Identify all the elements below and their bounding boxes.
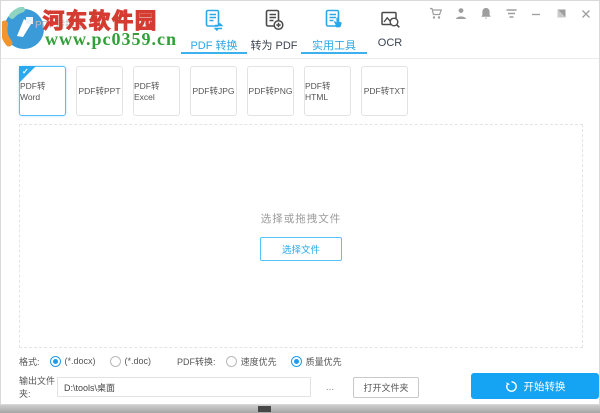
tab-pdf-to-html[interactable]: PDF转HTML bbox=[304, 66, 351, 116]
nav-tab-label: PDF 转换 bbox=[190, 40, 238, 52]
start-convert-button[interactable]: 开始转换 bbox=[471, 373, 599, 399]
nav-tab-utility-tools[interactable]: 实用工具 bbox=[301, 8, 367, 54]
close-icon[interactable] bbox=[579, 7, 593, 20]
radio-selected-icon[interactable] bbox=[290, 355, 302, 367]
radio-selected-icon[interactable] bbox=[49, 355, 61, 367]
to-pdf-icon bbox=[265, 9, 284, 31]
output-folder-row: 输出文件夹: ... 打开文件夹 bbox=[19, 376, 419, 399]
radio-speed-first[interactable]: 速度优先 bbox=[225, 355, 277, 368]
tab-label: PDF转Excel bbox=[134, 81, 160, 102]
tab-label: PDF转HTML bbox=[305, 81, 331, 102]
radio-quality-first[interactable]: 质量优先 bbox=[290, 355, 342, 368]
ocr-icon bbox=[381, 11, 400, 28]
window-controls bbox=[429, 7, 593, 20]
radio-unselected-icon[interactable] bbox=[109, 355, 121, 367]
menu-icon[interactable] bbox=[504, 7, 518, 20]
app-window: PDF转换王 河东软件园 www.pc0359.cn PDF 转换 转为 PDF bbox=[0, 0, 600, 405]
tab-label: PDF转TXT bbox=[363, 86, 406, 96]
desktop-taskbar-strip bbox=[0, 405, 600, 413]
tab-pdf-to-ppt[interactable]: PDF转PPT bbox=[76, 66, 123, 116]
open-folder-button[interactable]: 打开文件夹 bbox=[353, 376, 419, 398]
user-icon[interactable] bbox=[454, 7, 468, 20]
tab-pdf-to-txt[interactable]: PDF转TXT bbox=[361, 66, 408, 116]
output-folder-label: 输出文件夹: bbox=[19, 376, 56, 399]
logo-watermark-cluster: PDF转换王 河东软件园 www.pc0359.cn bbox=[1, 1, 181, 59]
radio-unselected-icon[interactable] bbox=[225, 355, 237, 367]
tab-label: PDF转Word bbox=[20, 81, 46, 102]
radio-label: (*.doc) bbox=[124, 356, 152, 366]
radio-label: 质量优先 bbox=[305, 356, 342, 367]
watermark-site-url: www.pc0359.cn bbox=[45, 29, 178, 49]
tab-pdf-to-jpg[interactable]: PDF转JPG bbox=[190, 66, 237, 116]
tab-pdf-to-word[interactable]: ✓ PDF转Word bbox=[19, 66, 66, 116]
radio-doc[interactable]: (*.doc) bbox=[109, 355, 152, 367]
tab-pdf-to-excel[interactable]: PDF转Excel bbox=[133, 66, 180, 116]
minimize-icon[interactable] bbox=[529, 7, 543, 20]
nav-tab-pdf-convert[interactable]: PDF 转换 bbox=[181, 8, 247, 54]
nav-tab-label: 实用工具 bbox=[312, 40, 356, 52]
tab-label: PDF转PPT bbox=[78, 86, 121, 96]
bell-icon[interactable] bbox=[479, 7, 493, 20]
tab-label: PDF转JPG bbox=[192, 86, 235, 96]
nav-tab-ocr[interactable]: OCR bbox=[364, 8, 416, 49]
output-path-input[interactable] bbox=[57, 377, 311, 397]
top-bar: PDF转换王 河东软件园 www.pc0359.cn PDF 转换 转为 PDF bbox=[1, 1, 599, 59]
start-convert-label: 开始转换 bbox=[523, 380, 566, 393]
nav-tab-label: OCR bbox=[377, 37, 403, 49]
radio-docx[interactable]: (*.docx) bbox=[49, 355, 96, 367]
check-icon: ✓ bbox=[22, 67, 29, 76]
format-label: 格式: bbox=[19, 356, 40, 367]
taskbar-mark bbox=[258, 406, 271, 412]
pdf-convert-icon bbox=[205, 9, 224, 32]
convert-mode-label: PDF转换: bbox=[177, 356, 216, 367]
file-drop-zone[interactable]: 选择或拖拽文件 选择文件 bbox=[19, 124, 583, 348]
browse-button[interactable]: ... bbox=[319, 377, 341, 397]
refresh-icon bbox=[505, 380, 517, 392]
radio-label: (*.docx) bbox=[64, 356, 96, 366]
conversion-options-row: 格式: (*.docx) (*.doc) PDF转换: 速度优先 质量优先 bbox=[19, 354, 342, 368]
choose-file-button[interactable]: 选择文件 bbox=[260, 237, 342, 261]
utility-tools-icon bbox=[325, 9, 342, 28]
nav-tab-to-pdf[interactable]: 转为 PDF bbox=[244, 8, 304, 53]
nav-tab-label: 转为 PDF bbox=[250, 40, 298, 52]
cart-icon[interactable] bbox=[429, 7, 443, 20]
drop-hint-text: 选择或拖拽文件 bbox=[260, 213, 342, 225]
maximize-icon[interactable] bbox=[554, 7, 568, 20]
tab-pdf-to-png[interactable]: PDF转PNG bbox=[247, 66, 294, 116]
tab-label: PDF转PNG bbox=[248, 86, 293, 96]
radio-label: 速度优先 bbox=[240, 356, 277, 367]
